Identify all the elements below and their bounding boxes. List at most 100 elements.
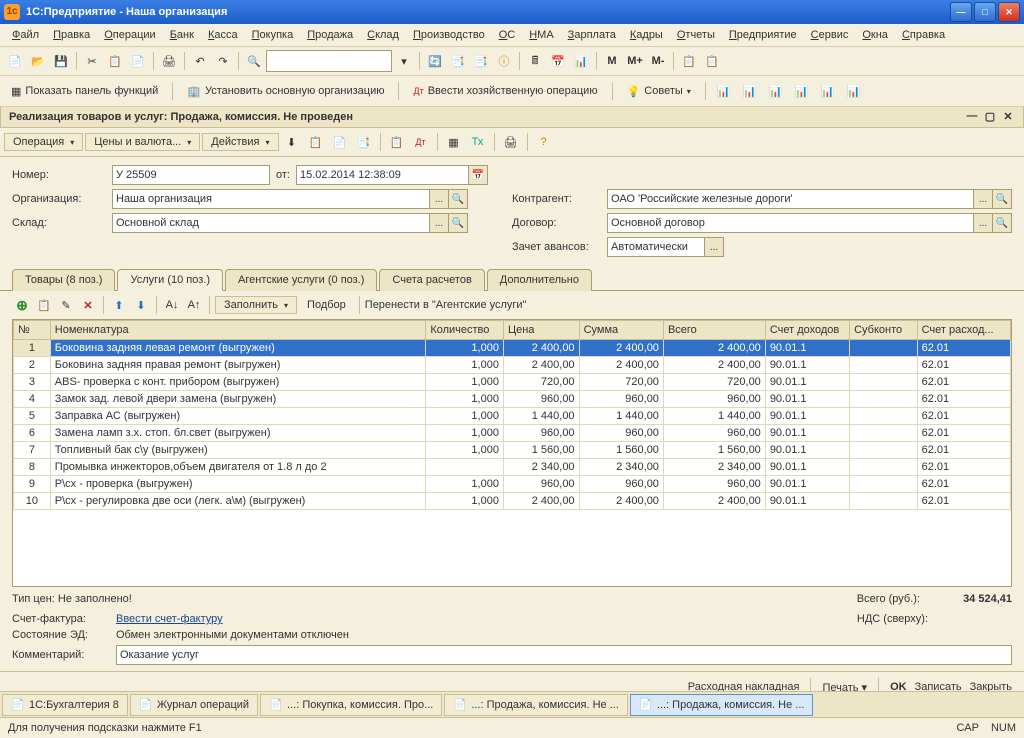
- table-row[interactable]: 1Боковина задняя левая ремонт (выгружен)…: [14, 340, 1011, 357]
- counterparty-open-button[interactable]: 🔍: [993, 189, 1012, 209]
- table-row[interactable]: 3ABS- проверка с конт. прибором (выгруже…: [14, 374, 1011, 391]
- col-3[interactable]: Цена: [503, 321, 579, 340]
- col-2[interactable]: Количество: [426, 321, 504, 340]
- maximize-button[interactable]: □: [974, 2, 996, 22]
- tbx3-icon[interactable]: 📊: [765, 80, 787, 102]
- add-row-button[interactable]: ⊕: [12, 295, 32, 315]
- task-item[interactable]: 📄Журнал операций: [130, 694, 258, 716]
- tab-4[interactable]: Дополнительно: [487, 269, 592, 291]
- menu-сервис[interactable]: Сервис: [805, 26, 855, 44]
- doc-struct-icon[interactable]: ▦: [443, 131, 465, 153]
- tbx2-icon[interactable]: 📊: [739, 80, 761, 102]
- task-item[interactable]: 📄...: Продажа, комиссия. Не ...: [444, 694, 628, 716]
- move-down-button[interactable]: ⬇: [131, 295, 151, 315]
- col-7[interactable]: Субконто: [850, 321, 918, 340]
- number-field[interactable]: У 25509: [112, 165, 270, 185]
- table-row[interactable]: 9Р\сх - проверка (выгружен)1,000960,0096…: [14, 476, 1011, 493]
- calc-icon[interactable]: 🖩: [524, 50, 546, 72]
- open-icon[interactable]: 📂: [27, 50, 49, 72]
- fill-dropdown[interactable]: Заполнить: [215, 296, 297, 314]
- table-row[interactable]: 7Топливный бак с\у (выгружен)1,0001 560,…: [14, 442, 1011, 459]
- doc-post-icon[interactable]: ⬇: [281, 131, 303, 153]
- invoice-link[interactable]: Ввести счет-фактуру: [116, 613, 223, 625]
- menu-касса[interactable]: Касса: [202, 26, 244, 44]
- menu-операции[interactable]: Операции: [98, 26, 161, 44]
- calendar-button[interactable]: 📅: [469, 165, 488, 185]
- print-icon[interactable]: 🖨: [158, 50, 180, 72]
- doc-close-button[interactable]: ✕: [1001, 110, 1015, 124]
- close-button[interactable]: ✕: [998, 2, 1020, 22]
- contract-select-button[interactable]: ...: [974, 213, 993, 233]
- task-item[interactable]: 📄...: Продажа, комиссия. Не ...: [630, 694, 814, 716]
- enter-hozop-button[interactable]: ДтВвести хозяйственную операцию: [406, 81, 604, 101]
- menu-склад[interactable]: Склад: [361, 26, 405, 44]
- undo-icon[interactable]: ↶: [189, 50, 211, 72]
- doc-write-icon[interactable]: 📋: [305, 131, 327, 153]
- calendar-icon[interactable]: 📅: [547, 50, 569, 72]
- redo-icon[interactable]: ↷: [212, 50, 234, 72]
- tab-2[interactable]: Агентские услуги (0 поз.): [225, 269, 377, 291]
- menu-продажа[interactable]: Продажа: [301, 26, 359, 44]
- doc-tx-icon[interactable]: Тх: [467, 131, 489, 153]
- sort-desc-button[interactable]: A↑: [184, 295, 204, 315]
- tab-0[interactable]: Товары (8 поз.): [12, 269, 115, 291]
- actions-dropdown[interactable]: Действия: [202, 133, 278, 151]
- show-panel-button[interactable]: ▦Показать панель функций: [4, 81, 165, 102]
- table-row[interactable]: 2Боковина задняя правая ремонт (выгружен…: [14, 357, 1011, 374]
- menu-кадры[interactable]: Кадры: [624, 26, 669, 44]
- tips-button[interactable]: 💡Советы▾: [620, 81, 698, 102]
- contract-open-button[interactable]: 🔍: [993, 213, 1012, 233]
- doc-dt-icon[interactable]: Дт: [410, 131, 432, 153]
- task-item[interactable]: 📄1С:Бухгалтерия 8: [2, 694, 128, 716]
- menu-справка[interactable]: Справка: [896, 26, 951, 44]
- new-icon[interactable]: 📄: [4, 50, 26, 72]
- doc-copy-icon[interactable]: 📋: [386, 131, 408, 153]
- menu-окна[interactable]: Окна: [856, 26, 894, 44]
- tbx1-icon[interactable]: 📊: [713, 80, 735, 102]
- col-6[interactable]: Счет доходов: [765, 321, 849, 340]
- prepay-select-button[interactable]: ...: [705, 237, 724, 257]
- search-icon[interactable]: 🔍: [243, 50, 265, 72]
- form-icon[interactable]: 📑: [447, 50, 469, 72]
- comment-field[interactable]: Оказание услуг: [116, 645, 1012, 665]
- menu-файл[interactable]: Файл: [6, 26, 45, 44]
- search-input[interactable]: [266, 50, 392, 72]
- operation-dropdown[interactable]: Операция: [4, 133, 83, 151]
- minimize-button[interactable]: —: [950, 2, 972, 22]
- m-plus-button[interactable]: M+: [624, 50, 646, 72]
- doc-help-icon[interactable]: ?: [533, 131, 555, 153]
- org-field[interactable]: Наша организация: [112, 189, 430, 209]
- table-row[interactable]: 5Заправка АС (выгружен)1,0001 440,001 44…: [14, 408, 1011, 425]
- copy-row-button[interactable]: 📋: [34, 295, 54, 315]
- col-1[interactable]: Номенклатура: [50, 321, 426, 340]
- doc-minimize-button[interactable]: —: [965, 110, 979, 124]
- prepay-field[interactable]: Автоматически: [607, 237, 705, 257]
- m-minus-button[interactable]: M-: [647, 50, 669, 72]
- counterparty-field[interactable]: ОАО 'Российские железные дороги': [607, 189, 974, 209]
- menu-зарплата[interactable]: Зарплата: [562, 26, 622, 44]
- tbx5-icon[interactable]: 📊: [817, 80, 839, 102]
- date-field[interactable]: 15.02.2014 12:38:09: [296, 165, 469, 185]
- counterparty-select-button[interactable]: ...: [974, 189, 993, 209]
- contract-field[interactable]: Основной договор: [607, 213, 974, 233]
- dropdown-icon[interactable]: ▾: [393, 50, 415, 72]
- menu-правка[interactable]: Правка: [47, 26, 96, 44]
- col-4[interactable]: Сумма: [579, 321, 663, 340]
- menu-банк[interactable]: Банк: [164, 26, 200, 44]
- tab-3[interactable]: Счета расчетов: [379, 269, 484, 291]
- cut-icon[interactable]: ✂: [81, 50, 103, 72]
- warehouse-field[interactable]: Основной склад: [112, 213, 430, 233]
- col-8[interactable]: Счет расход...: [917, 321, 1010, 340]
- col-5[interactable]: Всего: [663, 321, 765, 340]
- org-select-button[interactable]: ...: [430, 189, 449, 209]
- warehouse-select-button[interactable]: ...: [430, 213, 449, 233]
- menu-нма[interactable]: НМА: [523, 26, 559, 44]
- doc-maximize-button[interactable]: ▢: [983, 110, 997, 124]
- table-row[interactable]: 10Р\сх - регулировка две оси (легк. а\м)…: [14, 493, 1011, 510]
- move-to-agent-button[interactable]: Перенести в "Агентские услуги": [365, 299, 527, 311]
- form2-icon[interactable]: 📑: [470, 50, 492, 72]
- table-row[interactable]: 8Промывка инжекторов,объем двигателя от …: [14, 459, 1011, 476]
- tbx4-icon[interactable]: 📊: [791, 80, 813, 102]
- copy-icon[interactable]: 📋: [104, 50, 126, 72]
- doc-basedon-icon[interactable]: 📑: [353, 131, 375, 153]
